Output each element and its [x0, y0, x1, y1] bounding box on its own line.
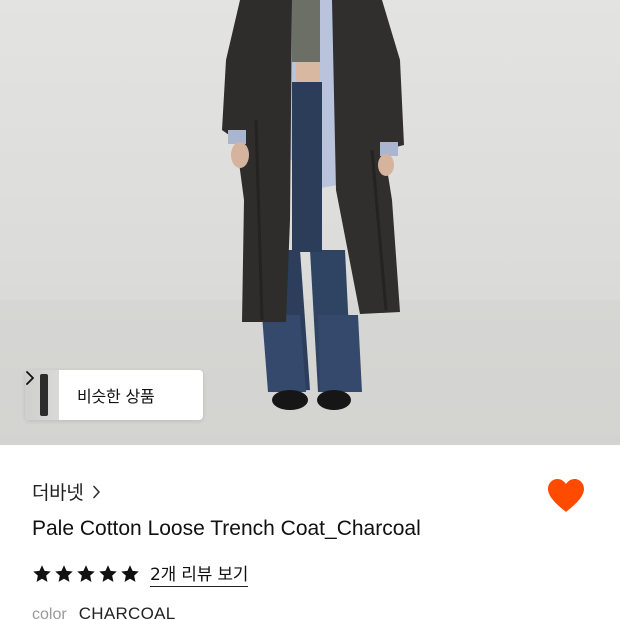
color-option: color CHARCOAL: [32, 604, 176, 620]
star-icon: [32, 564, 52, 584]
chevron-right-icon: [92, 485, 101, 499]
wishlist-button[interactable]: [546, 478, 586, 514]
review-link[interactable]: 2개 리뷰 보기: [150, 560, 248, 587]
star-icon: [120, 564, 140, 584]
star-icon: [76, 564, 96, 584]
option-label: color: [32, 606, 67, 620]
similar-products-label: 비슷한 상품: [77, 387, 155, 406]
brand-link[interactable]: 더바넷: [32, 478, 101, 505]
similar-products-button[interactable]: 비슷한 상품: [25, 370, 203, 420]
rating-row: 2개 리뷰 보기: [32, 560, 248, 587]
option-value: CHARCOAL: [78, 604, 176, 620]
star-icon: [54, 564, 74, 584]
heart-icon: [548, 479, 584, 512]
brand-name: 더바넷: [32, 482, 84, 504]
star-icon: [98, 564, 118, 584]
product-photo[interactable]: 비슷한 상품: [0, 0, 620, 445]
star-rating: [32, 564, 140, 584]
product-title: Pale Cotton Loose Trench Coat_Charcoal: [32, 517, 421, 540]
